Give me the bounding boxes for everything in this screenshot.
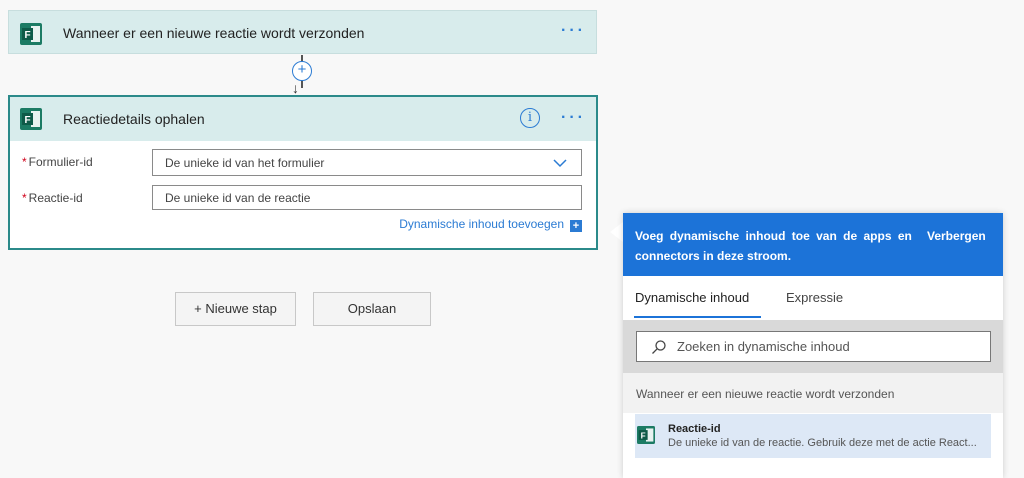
trigger-title: Wanneer er een nieuwe reactie wordt verz… xyxy=(63,25,365,41)
svg-text:F: F xyxy=(24,115,30,126)
action-header[interactable]: F Reactiedetails ophalen i ··· xyxy=(10,97,596,141)
insert-step-button[interactable]: + xyxy=(292,61,312,81)
required-asterisk: * xyxy=(22,191,27,205)
flyout-pointer xyxy=(610,222,623,242)
microsoft-forms-icon: F xyxy=(20,23,42,45)
search-input[interactable]: Zoeken in dynamische inhoud xyxy=(636,331,991,362)
svg-text:F: F xyxy=(641,431,646,440)
search-icon xyxy=(652,340,666,354)
add-dynamic-content-link[interactable]: Dynamische inhoud toevoegen + xyxy=(399,217,582,232)
search-area: Zoeken in dynamische inhoud xyxy=(623,320,1003,373)
panel-header: Voeg dynamische inhoud toe van de apps e… xyxy=(623,213,1003,276)
panel-header-message-2: connectors in deze stroom. xyxy=(635,249,792,263)
microsoft-forms-icon: F xyxy=(20,108,42,130)
section-header: Wanneer er een nieuwe reactie wordt verz… xyxy=(623,373,1003,413)
add-dynamic-content-icon: + xyxy=(570,220,582,232)
active-tab-indicator xyxy=(634,316,761,318)
tab-dynamic-content[interactable]: Dynamische inhoud xyxy=(635,290,749,305)
microsoft-forms-icon: F xyxy=(637,426,655,444)
svg-text:F: F xyxy=(24,30,30,41)
item-description: De unieke id van de reactie. Gebruik dez… xyxy=(668,437,977,449)
response-id-label: * Reactie-id xyxy=(22,191,83,205)
tab-expression[interactable]: Expressie xyxy=(786,290,843,305)
chevron-down-icon xyxy=(553,159,567,168)
list-item[interactable]: F Reactie-id De unieke id van de reactie… xyxy=(635,414,991,458)
response-id-placeholder: De unieke id van de reactie xyxy=(165,191,311,205)
trigger-card[interactable]: F Wanneer er een nieuwe reactie wordt ve… xyxy=(8,10,597,54)
response-id-input[interactable]: De unieke id van de reactie xyxy=(152,185,582,210)
form-id-dropdown[interactable]: De unieke id van het formulier xyxy=(152,149,582,176)
arrow-down-icon: ↓ xyxy=(292,80,299,96)
new-step-button[interactable]: + Nieuwe stap xyxy=(175,292,296,326)
panel-header-message: Voeg dynamische inhoud toe van de apps e… xyxy=(635,229,912,243)
form-id-placeholder: De unieke id van het formulier xyxy=(165,156,325,170)
dynamic-content-panel: Voeg dynamische inhoud toe van de apps e… xyxy=(623,213,1003,478)
item-title: Reactie-id xyxy=(668,423,721,435)
required-asterisk: * xyxy=(22,155,27,169)
panel-tabs: Dynamische inhoud Expressie xyxy=(623,276,1003,320)
form-id-label: * Formulier-id xyxy=(22,155,93,169)
search-placeholder: Zoeken in dynamische inhoud xyxy=(677,339,850,354)
action-title: Reactiedetails ophalen xyxy=(63,111,205,127)
save-button[interactable]: Opslaan xyxy=(313,292,431,326)
trigger-more-menu[interactable]: ··· xyxy=(561,22,586,40)
action-more-menu[interactable]: ··· xyxy=(561,109,586,127)
action-card: F Reactiedetails ophalen i ··· * Formulie… xyxy=(8,95,598,250)
info-icon[interactable]: i xyxy=(520,108,540,128)
hide-button[interactable]: Verbergen xyxy=(927,226,986,246)
